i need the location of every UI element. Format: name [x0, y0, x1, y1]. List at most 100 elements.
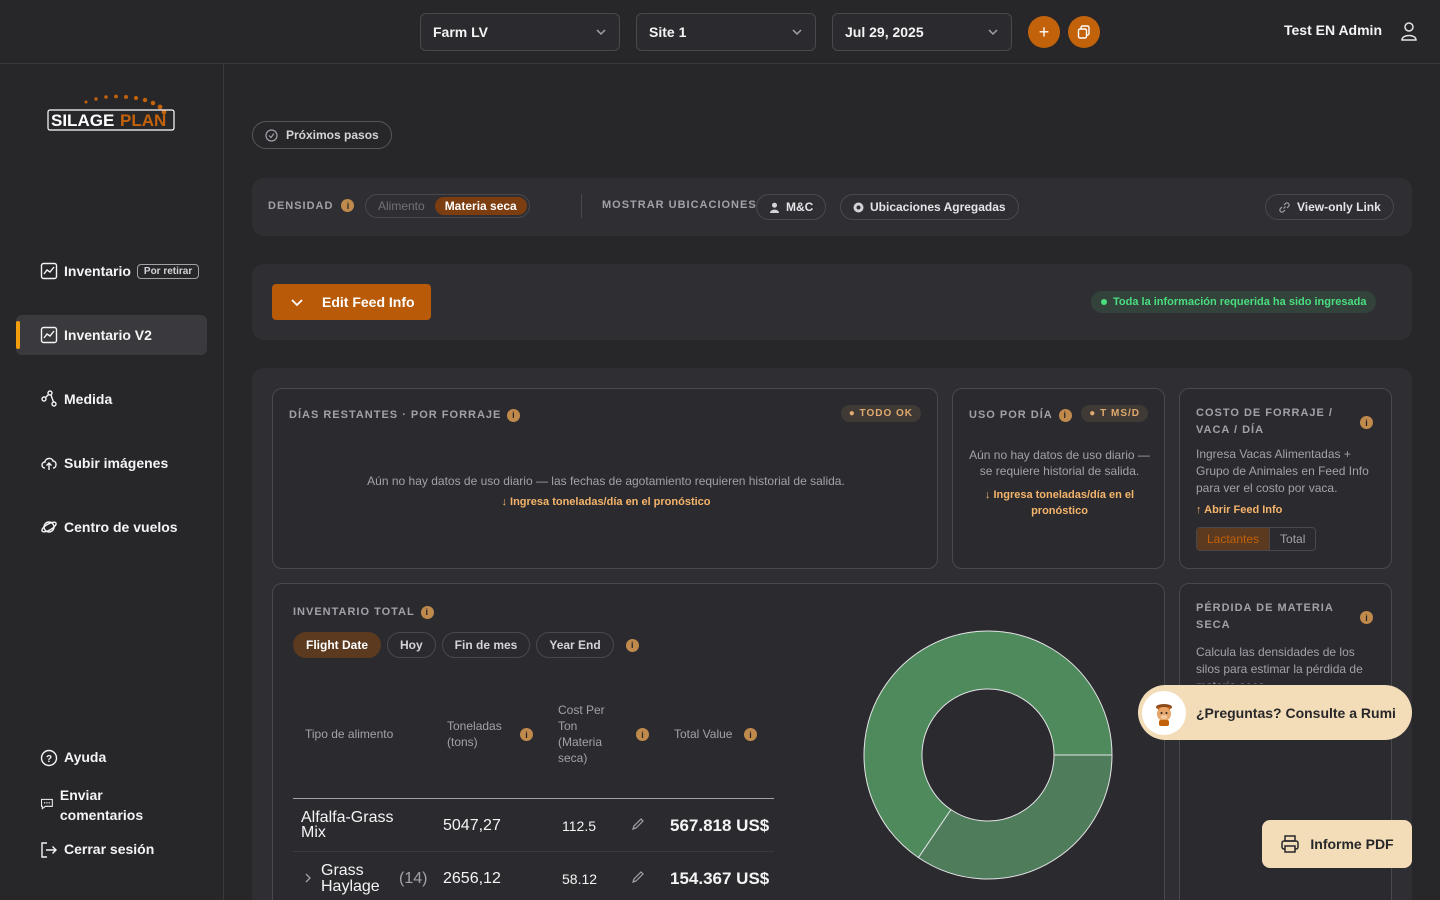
view-only-link-button[interactable]: View-only Link — [1265, 194, 1394, 220]
edit-pencil-icon[interactable] — [631, 870, 645, 884]
daily-use-link[interactable]: ↓ Ingresa toneladas/día en el pronóstico — [967, 487, 1152, 519]
feed-cost-title: COSTO DE FORRAJE / VACA / DÍA — [1196, 407, 1333, 436]
toggle-total[interactable]: Total — [1270, 528, 1315, 550]
copy-icon — [1077, 25, 1090, 39]
feedback-link[interactable]: Enviar comentarios — [40, 785, 160, 825]
density-option-alimento[interactable]: Alimento — [368, 197, 435, 215]
info-icon[interactable]: i — [507, 409, 521, 422]
density-toggle[interactable]: Alimento Materia seca — [365, 194, 530, 218]
status-text: Toda la información requerida ha sido in… — [1113, 296, 1367, 308]
date-select[interactable]: Jul 29, 2025 — [832, 13, 1012, 51]
daily-use-title: USO POR DÍA i — [969, 407, 1072, 424]
status-badge: Toda la información requerida ha sido in… — [1091, 291, 1377, 313]
row-cost: 112.5 — [562, 818, 596, 834]
tab-hoy[interactable]: Hoy — [387, 632, 436, 658]
site-select[interactable]: Site 1 — [636, 13, 816, 51]
sidebar: SILAGE PLAN Inventario Por retirar Inven… — [0, 64, 224, 900]
total-inventory-title: INVENTARIO TOTAL i — [293, 604, 434, 621]
user-icon[interactable] — [1398, 20, 1420, 42]
top-bar: Farm LV Site 1 Jul 29, 2025 + Test EN Ad… — [0, 0, 1440, 64]
chevron-right-icon[interactable] — [303, 872, 313, 884]
row-total: 567.818 US$ — [670, 816, 770, 835]
silageplan-logo[interactable]: SILAGE PLAN — [46, 94, 178, 134]
next-steps-button[interactable]: Próximos pasos — [252, 121, 392, 149]
aggregated-locations-button[interactable]: Ubicaciones Agregadas — [840, 194, 1019, 220]
density-option-materia-seca[interactable]: Materia seca — [434, 197, 527, 215]
sidebar-item-label: Medida — [64, 391, 113, 407]
svg-text:PLAN: PLAN — [120, 111, 166, 130]
info-icon[interactable]: i — [420, 606, 434, 619]
edit-feed-info-label: Edit Feed Info — [322, 294, 415, 310]
info-icon[interactable]: i — [341, 199, 355, 212]
info-icon[interactable]: i — [1360, 611, 1373, 624]
radio-icon — [853, 202, 864, 212]
info-icon[interactable]: i — [1058, 409, 1072, 422]
date-tabs: Flight Date Hoy Fin de mes Year End i — [293, 632, 639, 658]
days-remaining-text: Aún no hay datos de uso diario — las fec… — [367, 474, 845, 488]
dry-matter-loss-text: Calcula las densidades de los silos para… — [1196, 645, 1363, 684]
inventory-donut-chart — [863, 630, 1113, 880]
total-inventory-card: INVENTARIO TOTAL i Flight Date Hoy Fin d… — [272, 583, 1165, 900]
copy-button[interactable] — [1068, 16, 1100, 48]
todo-ok-text: TODO OK — [859, 408, 913, 419]
col-header-total: Total Value — [674, 727, 733, 741]
por-retirar-badge: Por retirar — [136, 263, 200, 279]
chevron-down-icon — [596, 29, 606, 36]
rumi-label: ¿Preguntas? Consulte a Rumi — [1196, 704, 1396, 721]
sidebar-item-label: Inventario — [64, 263, 131, 279]
toggle-lactantes[interactable]: Lactantes — [1197, 528, 1271, 550]
status-dot-icon — [1101, 299, 1107, 305]
info-icon[interactable]: i — [636, 728, 649, 741]
edit-pencil-icon[interactable] — [631, 817, 645, 831]
donut-slice-grass-haylage[interactable] — [917, 754, 1113, 880]
sidebar-item-inventario[interactable]: Inventario Por retirar — [16, 251, 207, 291]
help-link[interactable]: ? Ayuda — [40, 749, 106, 767]
chevron-down-icon — [291, 299, 303, 307]
tab-year-end[interactable]: Year End — [536, 632, 614, 658]
info-icon[interactable]: i — [625, 638, 639, 652]
logout-label: Cerrar sesión — [64, 841, 155, 857]
mc-label: M&C — [786, 200, 814, 214]
rumi-chat-button[interactable]: ¿Preguntas? Consulte a Rumi — [1138, 685, 1412, 740]
sidebar-item-subir-imagenes[interactable]: Subir imágenes — [16, 443, 207, 483]
farm-select[interactable]: Farm LV — [420, 13, 620, 51]
daily-use-title-text: USO POR DÍA — [969, 409, 1053, 421]
info-icon[interactable]: i — [520, 728, 533, 741]
farm-select-value: Farm LV — [433, 24, 488, 40]
sidebar-item-inventario-v2[interactable]: Inventario V2 — [16, 315, 207, 355]
sidebar-item-label: Subir imágenes — [64, 455, 169, 471]
person-icon — [770, 202, 779, 213]
view-only-link-label: View-only Link — [1297, 200, 1381, 214]
feed-cost-card: COSTO DE FORRAJE / VACA / DÍA i Ingresa … — [1179, 388, 1392, 569]
days-remaining-card: DÍAS RESTANTES · POR FORRAJE i ● TODO OK… — [272, 388, 938, 569]
edit-feed-info-button[interactable]: Edit Feed Info — [272, 284, 431, 320]
comment-icon — [41, 798, 53, 810]
divider — [581, 194, 582, 218]
row-feed-name: Grass Haylage — [321, 862, 380, 895]
info-icon[interactable]: i — [744, 728, 757, 741]
add-button[interactable]: + — [1028, 16, 1060, 48]
col-header-type: Tipo de alimento — [305, 727, 394, 741]
logout-link[interactable]: Cerrar sesión — [40, 841, 154, 859]
tab-flight-date[interactable]: Flight Date — [293, 632, 381, 658]
todo-ok-badge: ● TODO OK — [840, 405, 921, 422]
sidebar-item-centro-de-vuelos[interactable]: Centro de vuelos — [16, 507, 207, 547]
chart-icon — [40, 262, 58, 280]
row-feed-name: Alfalfa-Grass Mix — [301, 809, 394, 841]
pdf-report-button[interactable]: Informe PDF — [1262, 820, 1412, 868]
info-icon[interactable]: i — [1360, 416, 1373, 429]
t-ms-d-badge: ● T MS/D — [1081, 405, 1148, 422]
cow-type-toggle[interactable]: Lactantes Total — [1196, 527, 1317, 551]
daily-use-card: USO POR DÍA i ● T MS/D Aún no hay datos … — [952, 388, 1165, 569]
pdf-report-label: Informe PDF — [1310, 836, 1394, 852]
open-feed-info-link[interactable]: ↑ Abrir Feed Info — [1196, 504, 1282, 516]
feed-cost-text: Ingresa Vacas Alimentadas + Grupo de Ani… — [1196, 447, 1369, 495]
days-remaining-link[interactable]: ↓ Ingresa toneladas/día en el pronóstico — [273, 496, 939, 508]
link-icon — [1279, 201, 1290, 213]
svg-text:SILAGE: SILAGE — [51, 111, 114, 130]
sidebar-item-medida[interactable]: Medida — [16, 379, 207, 419]
mc-button[interactable]: M&C — [756, 194, 827, 220]
help-icon: ? — [40, 749, 58, 767]
tab-fin-de-mes[interactable]: Fin de mes — [441, 632, 531, 658]
show-locations-label: MOSTRAR UBICACIONES — [602, 199, 757, 211]
